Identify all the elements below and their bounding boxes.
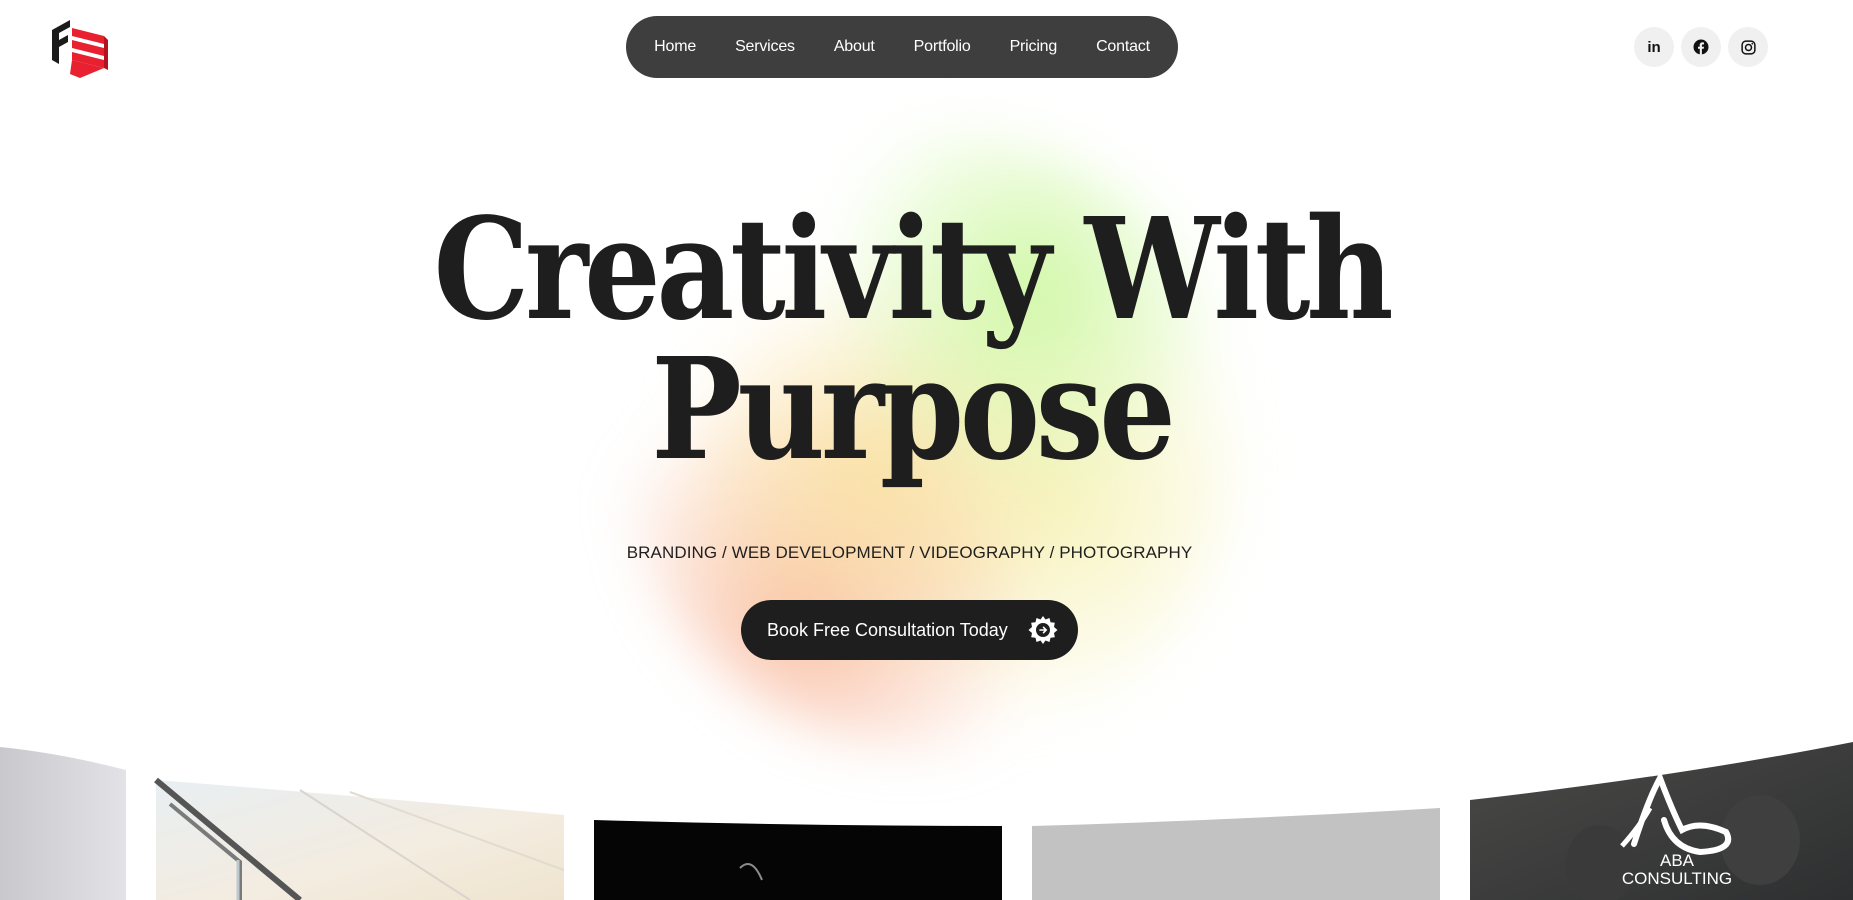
hero-tagline: BRANDING / WEB DEVELOPMENT / VIDEOGRAPHY… [626,543,1193,562]
portfolio-carousel [0,742,1853,900]
hero-headline: Creativity With Purpose [128,200,1696,480]
nav-home[interactable]: Home [635,38,716,56]
hero-headline-line2: Purpose [651,328,1176,492]
aba-logo-text: ABA CONSULTING [1620,852,1734,888]
social-links: in [1634,27,1768,67]
main-nav: Home Services About Portfolio Pricing Co… [626,16,1178,78]
linkedin-icon: in [1647,38,1661,56]
card-dark[interactable] [594,820,1002,900]
nav-portfolio[interactable]: Portfolio [894,38,990,56]
brand-logo-icon[interactable] [50,16,108,78]
hero-headline-line1: Creativity With [433,188,1393,352]
card-left-partial[interactable] [0,747,126,900]
nav-pricing[interactable]: Pricing [990,38,1077,56]
facebook-button[interactable] [1681,27,1721,67]
nav-contact[interactable]: Contact [1077,38,1170,56]
facebook-icon [1693,39,1709,55]
book-consultation-button[interactable]: Book Free Consultation Today [741,600,1078,660]
cta-label: Book Free Consultation Today [767,619,1008,640]
arrow-right-badge-icon [1028,616,1058,644]
instagram-button[interactable] [1728,27,1768,67]
nav-about[interactable]: About [814,38,894,56]
aba-logo-text-1: ABA [1659,851,1695,870]
card-office-window[interactable] [154,777,565,900]
card-gray[interactable] [1032,808,1440,900]
instagram-icon [1740,39,1756,55]
linkedin-button[interactable]: in [1634,27,1674,67]
aba-logo-text-2: CONSULTING [1621,869,1733,888]
nav-services[interactable]: Services [716,38,815,56]
